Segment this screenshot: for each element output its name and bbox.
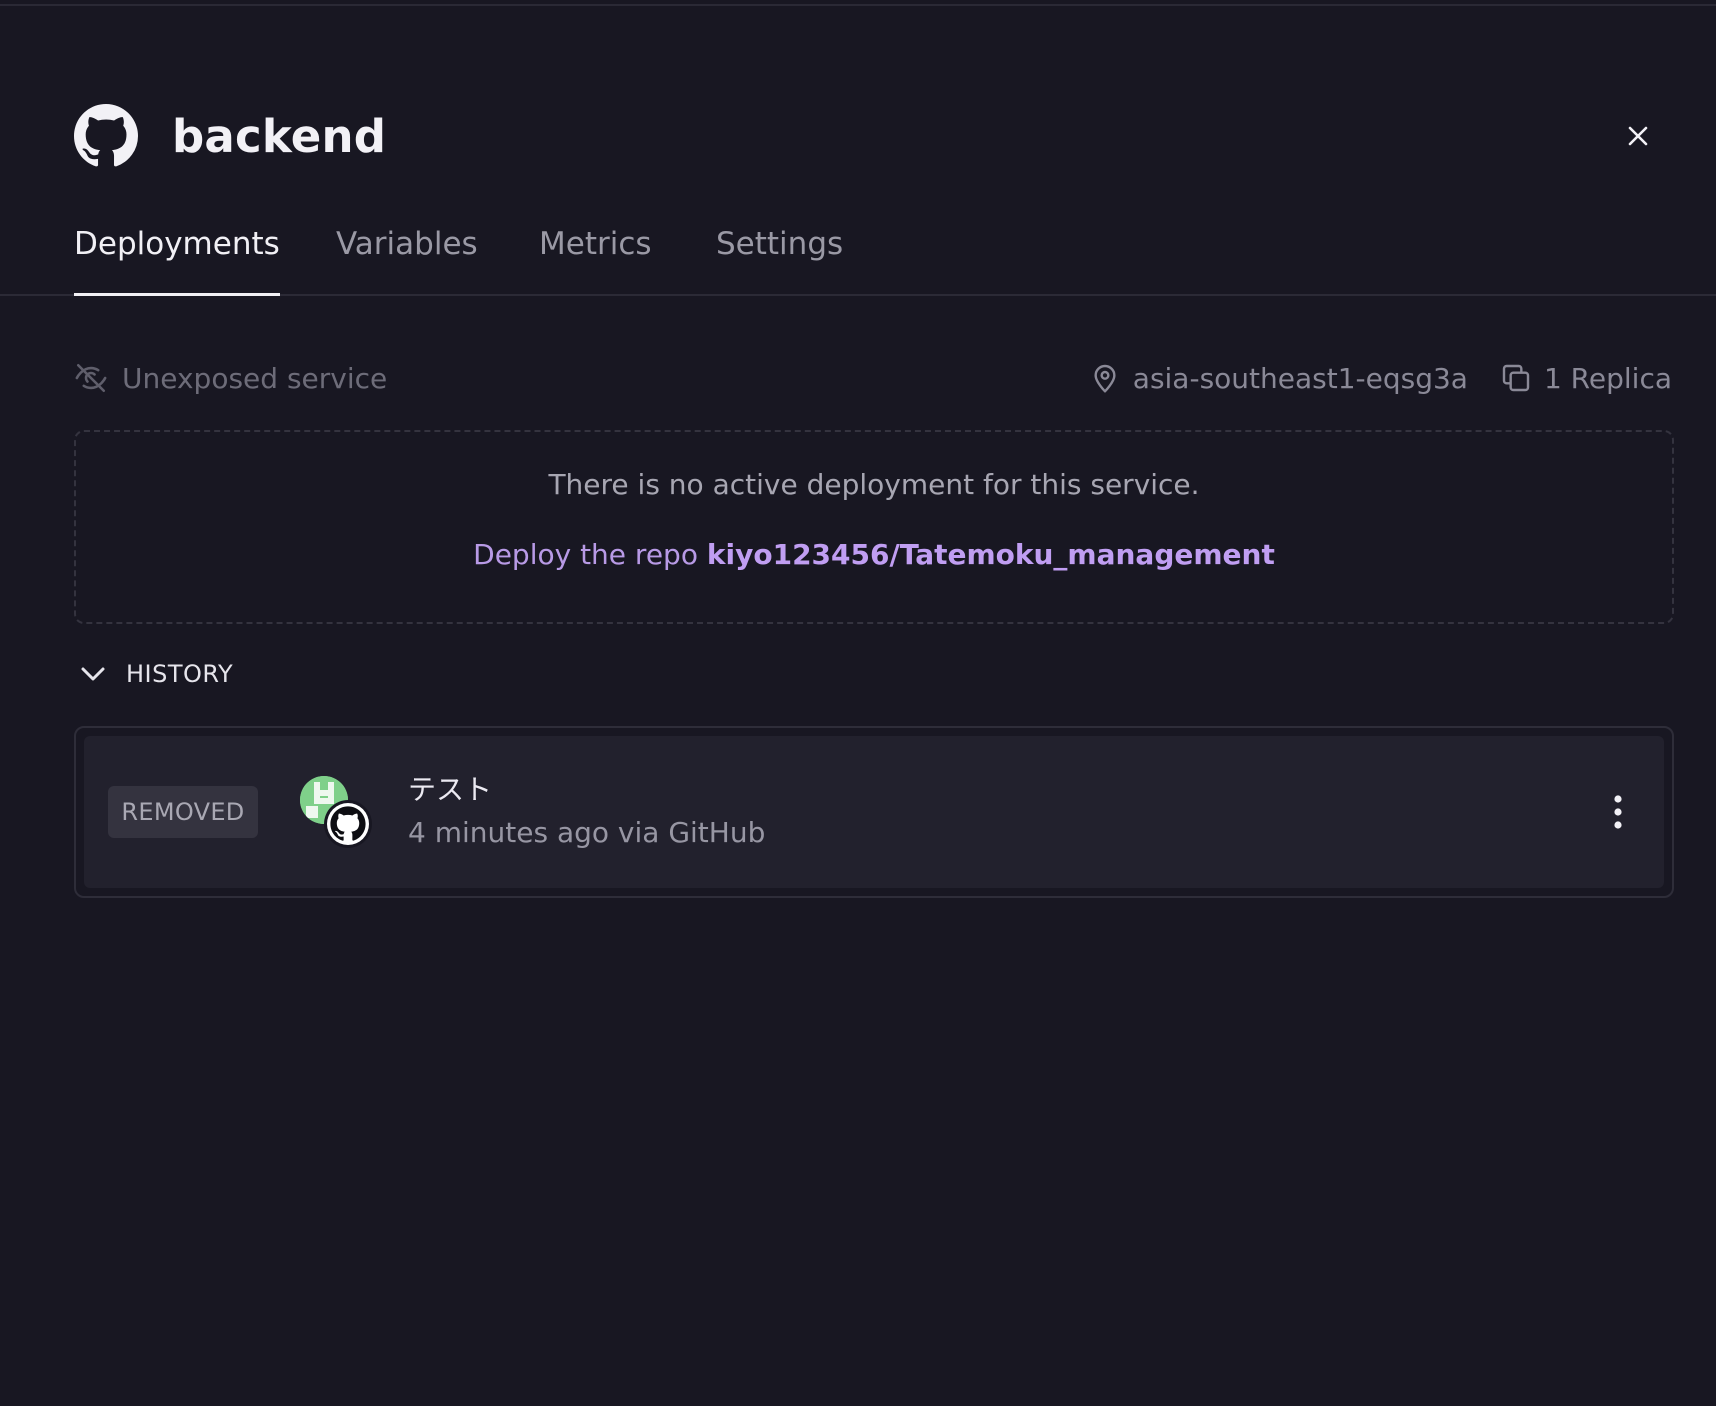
history-item-body: REMOVED テスト 4 minutes ago via GitHub: [84, 736, 1664, 888]
history-toggle[interactable]: HISTORY: [78, 652, 233, 696]
github-icon: [74, 104, 138, 167]
status-badge: REMOVED: [108, 786, 258, 838]
commit-meta: 4 minutes ago via GitHub: [408, 816, 766, 849]
commit-message: テスト: [408, 773, 493, 806]
deployment-info: asia-southeast1-eqsg3a 1 Replica: [1089, 356, 1672, 400]
no-deployment-message: There is no active deployment for this s…: [548, 468, 1200, 501]
exposure-text: Unexposed service: [122, 361, 388, 395]
eye-off-icon: [75, 363, 107, 393]
region-text: asia-southeast1-eqsg3a: [1132, 361, 1468, 395]
more-options-button[interactable]: [1598, 788, 1638, 836]
tab-deployments[interactable]: Deployments: [74, 222, 280, 296]
exposure-info: Unexposed service: [74, 356, 387, 400]
close-icon: [1628, 126, 1648, 146]
service-meta-row: Unexposed service asia-southeast1-eqsg3a…: [74, 356, 1672, 400]
tab-bar: Deployments Variables Metrics Settings: [0, 222, 1716, 296]
chevron-down-icon: [81, 667, 105, 681]
copy-replica-icon: [1502, 364, 1530, 392]
tab-metrics[interactable]: Metrics: [539, 222, 652, 294]
close-button[interactable]: [1618, 116, 1658, 156]
github-source-badge: [324, 800, 372, 848]
more-vertical-icon: [1614, 795, 1622, 829]
tab-settings[interactable]: Settings: [716, 222, 843, 294]
replica-count: 1 Replica: [1543, 361, 1672, 395]
deploy-prefix: Deploy the repo: [473, 538, 698, 571]
deployment-history-item[interactable]: REMOVED テスト 4 minutes ago via GitHub: [74, 726, 1674, 898]
history-label: HISTORY: [126, 660, 234, 688]
github-icon: [327, 803, 369, 845]
service-header: backend: [74, 102, 386, 170]
no-deployment-panel: There is no active deployment for this s…: [74, 430, 1674, 624]
deploy-repo-link[interactable]: Deploy the repo kiyo123456/Tatemoku_mana…: [76, 538, 1672, 571]
repo-name[interactable]: kiyo123456/Tatemoku_management: [707, 538, 1275, 571]
top-divider: [0, 4, 1716, 6]
service-title: backend: [172, 109, 387, 163]
tab-variables[interactable]: Variables: [336, 222, 478, 294]
location-pin-icon: [1094, 364, 1116, 393]
